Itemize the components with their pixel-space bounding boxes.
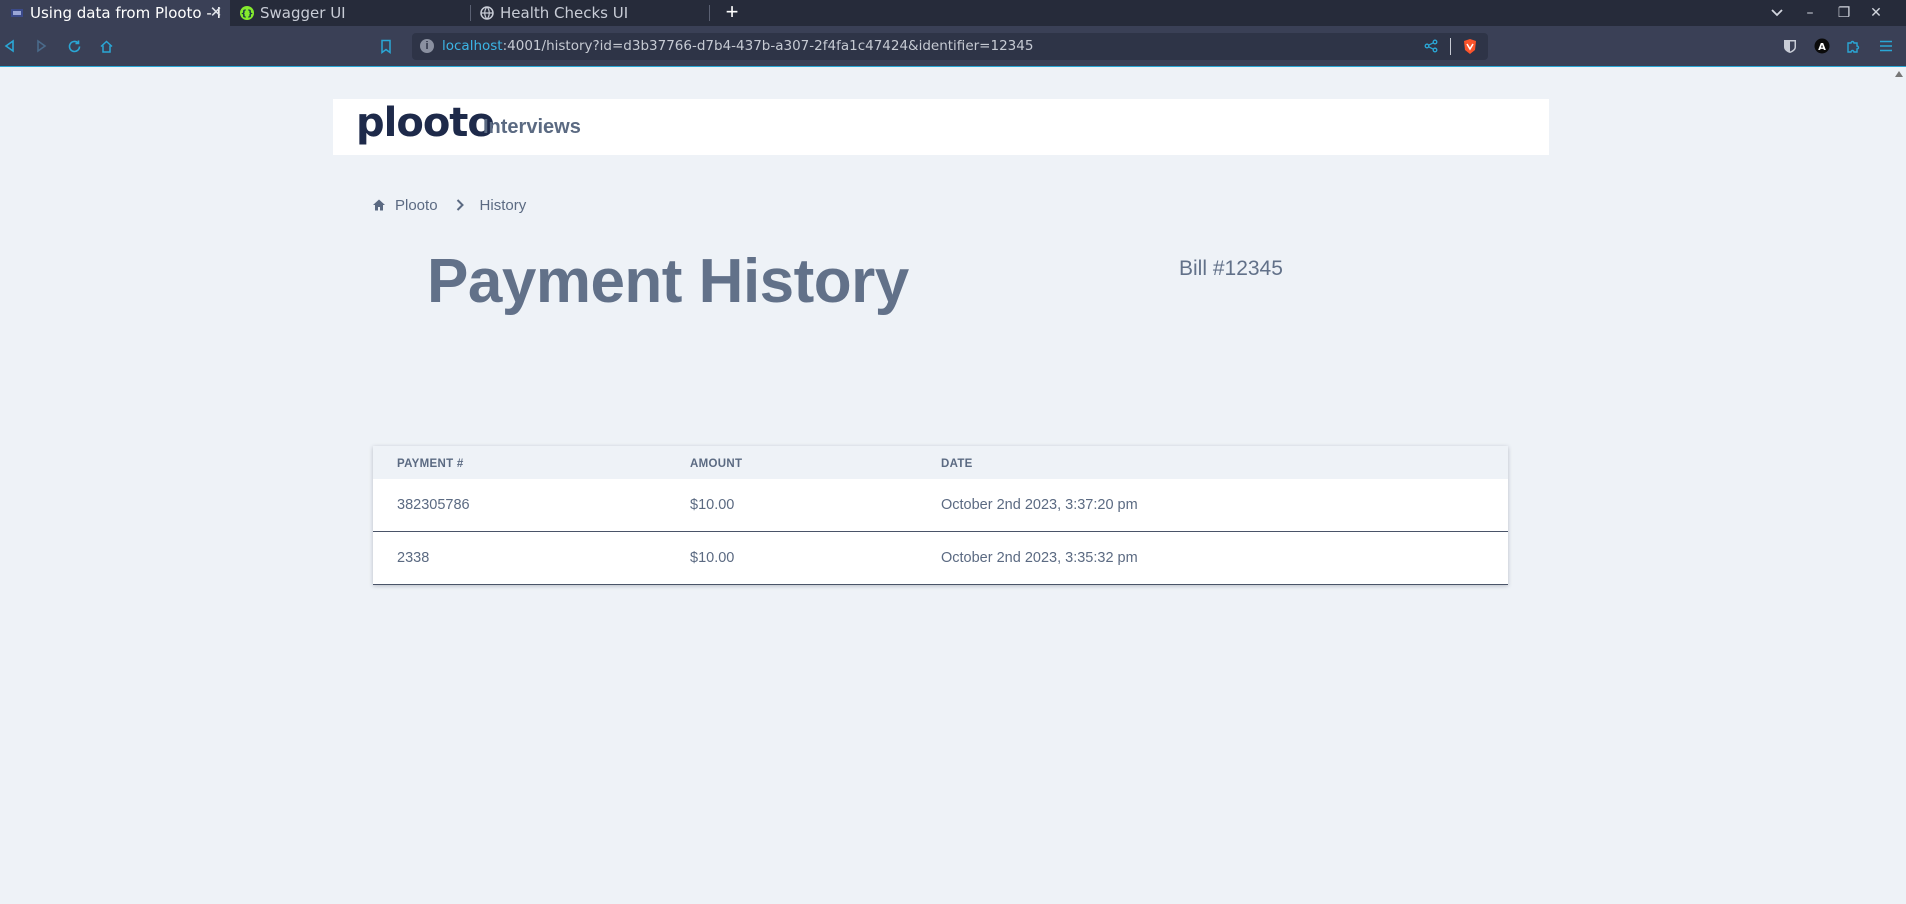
bookmark-icon[interactable] [376,36,396,56]
home-icon[interactable] [96,36,116,56]
page-scrollbar[interactable] [1892,67,1906,904]
column-header-amount[interactable]: AMOUNT [690,458,742,470]
svg-text:{}: {} [241,10,254,20]
home-icon[interactable] [372,198,386,212]
tab-plooto[interactable]: Using data from Plooto - I ✕ [0,0,230,26]
chevron-right-icon [456,199,464,211]
bill-number: Bill #12345 [1179,257,1283,280]
payment-amount: $10.00 [690,497,735,513]
url-text[interactable]: localhost:4001/history?id=d3b37766-d7b4-… [442,38,1033,54]
tab-separator [709,5,710,21]
new-tab-plus-icon[interactable]: + [721,0,743,26]
breadcrumb-item-history: History [479,196,527,214]
table-row[interactable]: 382305786 $10.00 October 2nd 2023, 3:37:… [373,479,1508,532]
tab-swagger[interactable]: {} Swagger UI [230,0,470,26]
plooto-favicon-icon [10,6,24,20]
globe-icon [480,6,494,20]
forward-icon[interactable] [31,36,51,56]
svg-text:A: A [1818,42,1826,53]
extensions-puzzle-icon[interactable] [1844,37,1862,55]
tab-list-chevron-down-icon[interactable] [1765,0,1789,26]
back-icon[interactable] [0,36,20,56]
urlbar-divider [1450,38,1451,55]
logo-subtitle: Interviews [483,116,581,138]
brave-shields-icon[interactable] [1461,37,1479,55]
scroll-up-arrow-icon[interactable] [1895,71,1903,77]
bitwarden-icon[interactable] [1781,37,1799,55]
tab-bar: Using data from Plooto - I ✕ {} Swagger … [0,0,1906,26]
app-header: plooto Interviews [333,99,1549,155]
payment-date: October 2nd 2023, 3:35:32 pm [941,550,1138,566]
url-host: localhost [442,38,503,54]
site-info-icon[interactable]: i [420,39,434,53]
reload-icon[interactable] [64,36,84,56]
restore-icon[interactable]: ❐ [1832,0,1856,26]
tab-title: Health Checks UI [500,4,629,22]
menu-hamburger-icon[interactable] [1877,37,1895,55]
payment-number: 2338 [397,550,430,566]
payment-amount: $10.00 [690,550,735,566]
payment-date: October 2nd 2023, 3:37:20 pm [941,497,1138,513]
url-path: :4001/history?id=d3b37766-d7b4-437b-a307… [502,38,1034,54]
payment-history-table: PAYMENT # AMOUNT DATE 382305786 $10.00 O… [373,446,1508,585]
close-icon[interactable]: ✕ [208,4,224,20]
table-row[interactable]: 2338 $10.00 October 2nd 2023, 3:35:32 pm [373,532,1508,585]
page-title: Payment History [427,247,909,316]
payment-number: 382305786 [397,497,470,513]
tab-title: Using data from Plooto - I [30,4,221,22]
breadcrumb: Plooto History [372,195,526,215]
swagger-favicon-icon: {} [240,6,254,20]
extension-a-icon[interactable]: A [1813,37,1831,55]
minimize-icon[interactable]: – [1798,0,1822,26]
toolbar-accent-line [0,66,1906,67]
plooto-logo[interactable]: plooto [356,100,495,146]
tab-title: Swagger UI [260,4,346,22]
breadcrumb-item-plooto[interactable]: Plooto [395,197,438,214]
column-header-payment[interactable]: PAYMENT # [397,458,464,470]
share-icon[interactable] [1422,37,1440,55]
column-header-date[interactable]: DATE [941,458,973,470]
table-header: PAYMENT # AMOUNT DATE [373,446,1508,479]
tab-health-checks[interactable]: Health Checks UI [470,0,710,26]
close-window-icon[interactable]: ✕ [1864,0,1888,26]
